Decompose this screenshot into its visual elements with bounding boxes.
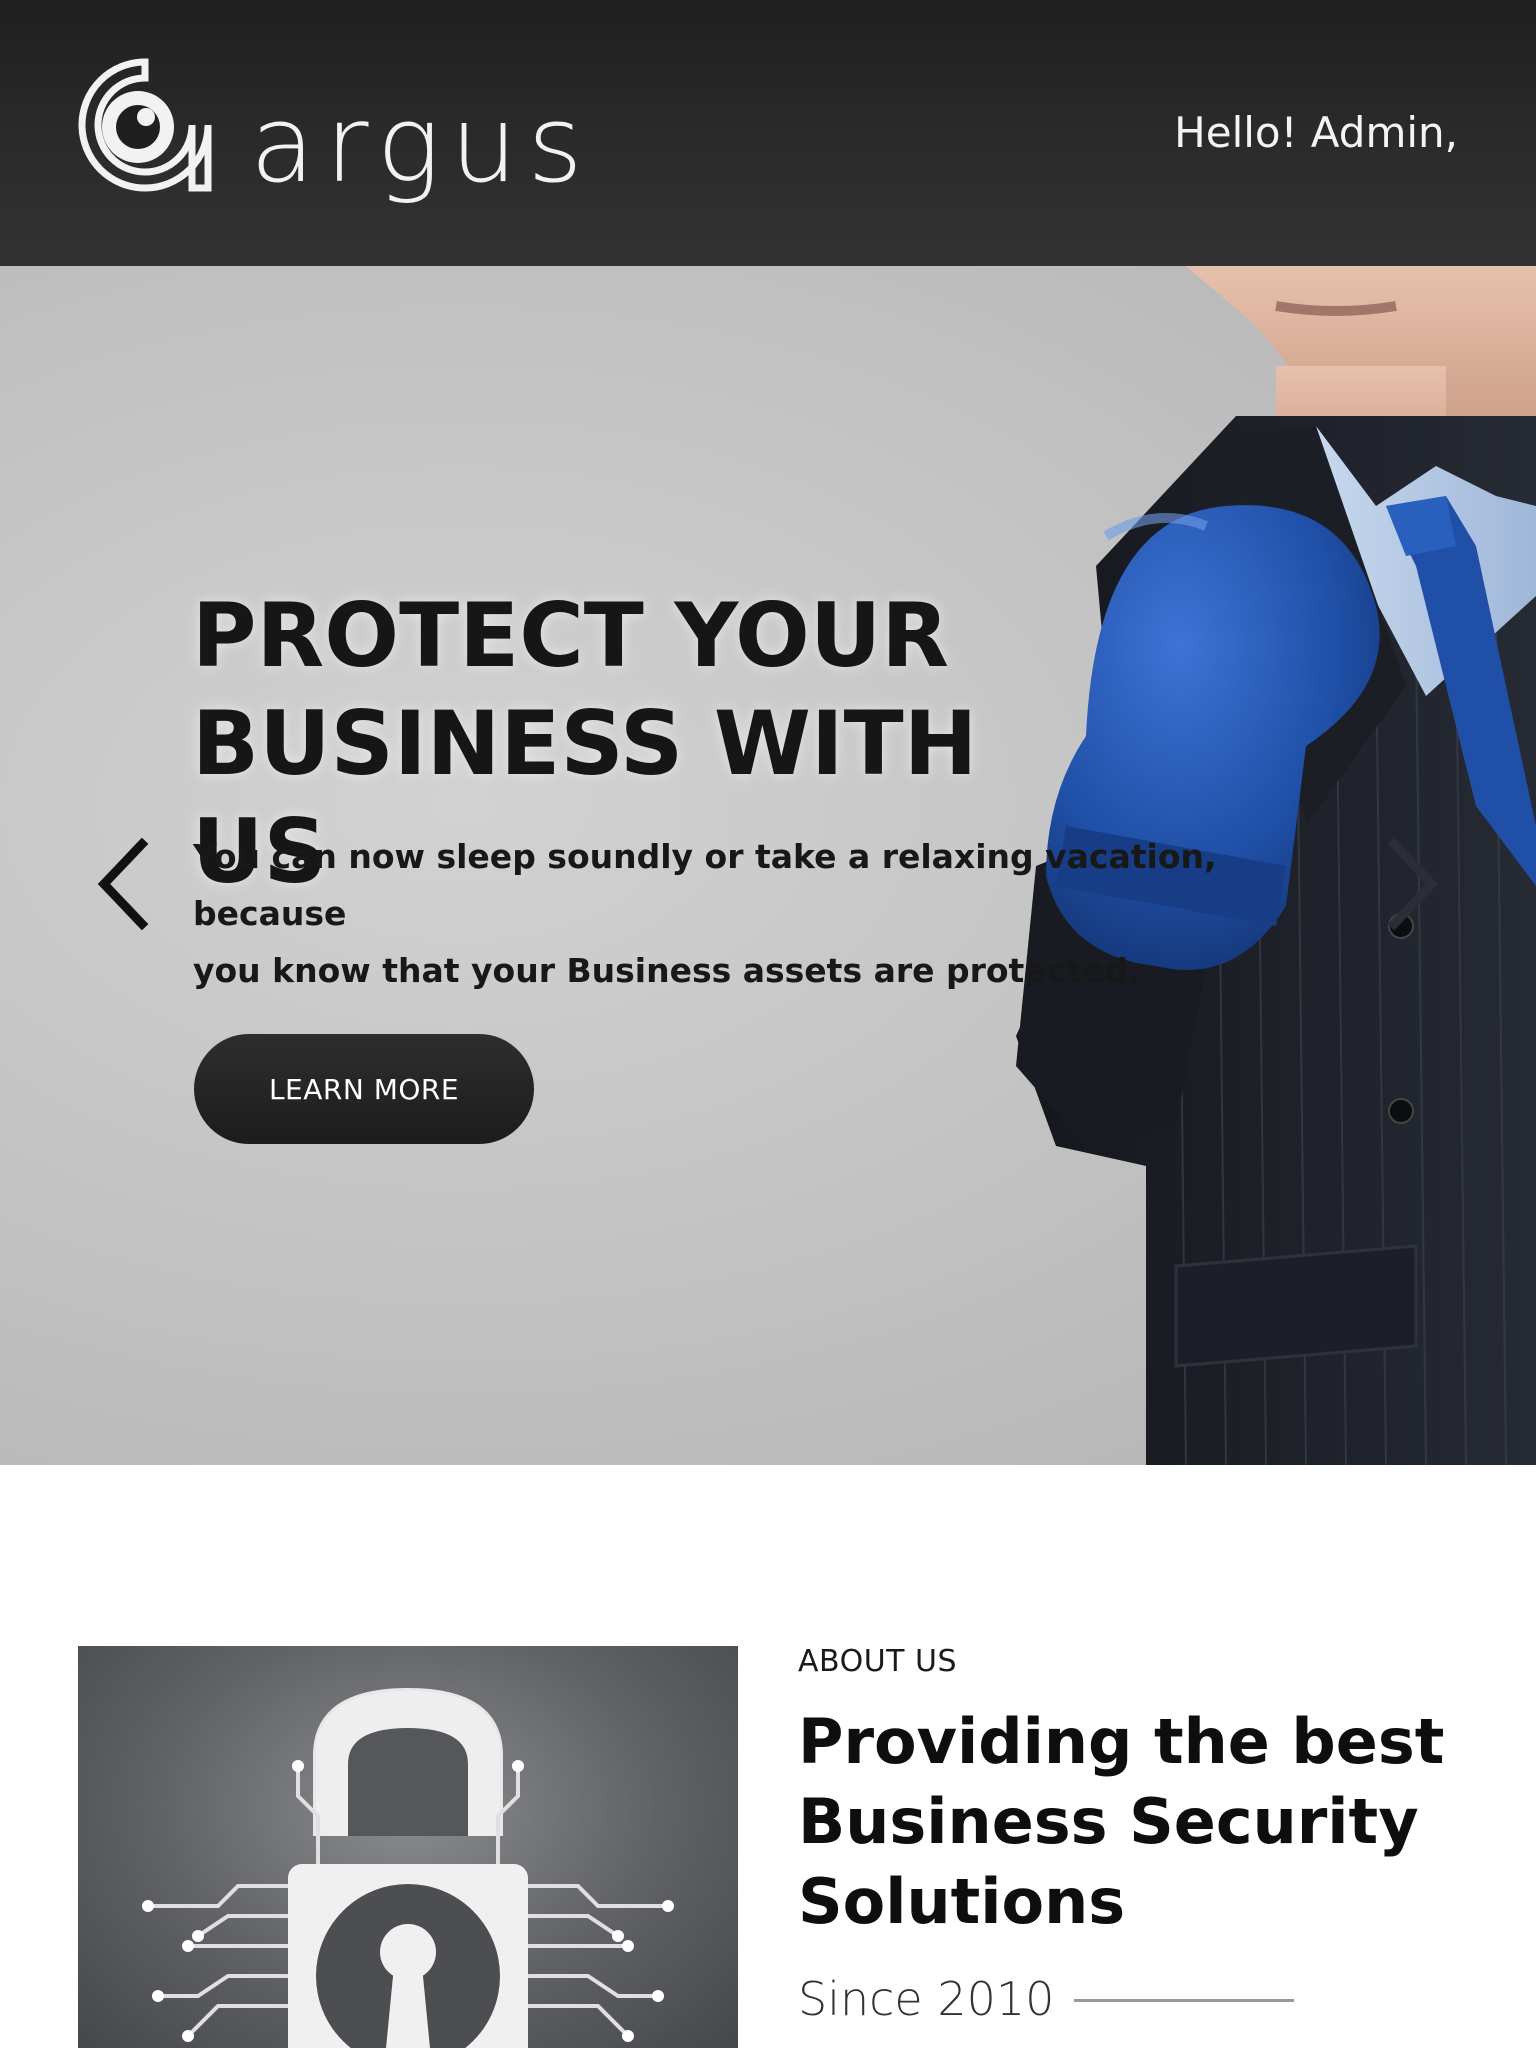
about-heading: Providing the best Business Security Sol… xyxy=(798,1702,1498,1942)
logo-eye-icon xyxy=(78,58,212,192)
logo-wordmark: argus xyxy=(250,83,593,206)
logo[interactable]: argus xyxy=(78,58,638,208)
hero-description-line: You can now sleep soundly or take a rela… xyxy=(193,837,1217,933)
hero-title-line: PROTECT YOUR xyxy=(192,584,950,687)
about-heading-line: Solutions xyxy=(798,1865,1126,1938)
chevron-right-icon[interactable] xyxy=(1376,834,1446,934)
hero-description: You can now sleep soundly or take a rela… xyxy=(193,828,1353,999)
learn-more-button[interactable]: LEARN MORE xyxy=(194,1034,534,1144)
about-padlock-image xyxy=(78,1646,738,2048)
user-greeting[interactable]: Hello! Admin, xyxy=(1174,108,1458,157)
about-heading-line: Providing the best xyxy=(798,1705,1445,1778)
about-heading-line: Business Security xyxy=(798,1785,1419,1858)
about-section-label: ABOUT US xyxy=(798,1644,958,1679)
site-header: argus Hello! Admin, xyxy=(0,0,1536,266)
since-year-text: Since 2010 xyxy=(798,1972,1055,2026)
chevron-left-icon[interactable] xyxy=(90,834,160,934)
hero-slider: PROTECT YOUR BUSINESS WITH US You can no… xyxy=(0,266,1536,1465)
hero-description-line: you know that your Business assets are p… xyxy=(193,951,1141,990)
since-divider xyxy=(1074,1999,1294,2002)
padlock-circuit-icon xyxy=(142,1687,674,2048)
